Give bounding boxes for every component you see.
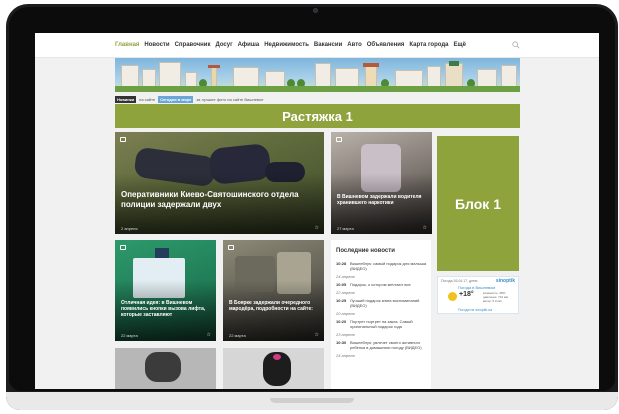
news-card-date: 22 марта [229, 333, 246, 338]
news-date: 24 апреля [336, 274, 355, 279]
star-icon[interactable]: ☆ [207, 332, 211, 338]
news-item[interactable]: 10:28 Вишнеблуs: самый подарок для малыша… [336, 261, 428, 271]
weather-widget[interactable]: Погода 26.04.17, днем sinoptik Погода в … [437, 276, 519, 314]
news-card-title: В Вишневом задержали водителя хранившего… [337, 194, 422, 206]
camera-icon [336, 137, 342, 142]
latest-news-list: 10:28 Вишнеблуs: самый подарок для малыша… [336, 261, 428, 361]
news-card[interactable]: Отличная идея: в Вишневом появились кноп… [115, 240, 216, 341]
screen: Главная Новости Справочник Досуг Афиша Недвиж… [35, 33, 599, 389]
ticker-tag-today[interactable]: Сегодня в мире [158, 95, 194, 103]
nav-item[interactable]: Карта города [409, 42, 448, 48]
ticker-text[interactable]: за лучшее фото на сайте Вишневое [196, 97, 263, 102]
news-item[interactable]: 10:05 Подарок, о котором мечтают все [336, 282, 428, 287]
news-card-title: Отличная идея: в Вишневом появились кноп… [121, 300, 206, 318]
news-text: Вишнеблуs: увлечет своего активного ребе… [350, 340, 422, 350]
nav-item[interactable]: Авто [347, 42, 361, 48]
news-card-date: 22 марта [121, 333, 138, 338]
weather-wind: ветер: 5.0 м/с, [483, 299, 503, 303]
weather-stats: влажность: 38% давление: 744 мм ветер: 5… [483, 291, 508, 303]
news-item[interactable]: 10:25 Лучший подарок книга воспоминаний (… [336, 298, 428, 308]
latest-news-title: Последние новости [336, 248, 395, 254]
news-card-title: Оперативники Киево-Святошинского отдела … [121, 190, 299, 209]
city-panorama-banner [115, 58, 520, 92]
nav-item[interactable]: Ещё [454, 42, 466, 48]
ticker-text[interactable]: на сайте [139, 97, 155, 102]
nav-item[interactable]: Объявления [367, 42, 405, 48]
nav-item[interactable]: Вакансии [314, 42, 342, 48]
nav-item[interactable]: Справочник [175, 42, 211, 48]
nav-items: Главная Новости Справочник Досуг Афиша Недвиж… [115, 42, 466, 48]
news-card[interactable] [115, 348, 216, 389]
weather-city[interactable]: Погода в Вишневом [458, 285, 495, 290]
camera-icon [120, 137, 126, 142]
tablet-notch [270, 398, 354, 403]
news-item[interactable]: 10:20 Портрет портрет на заказ. Самый ори… [336, 319, 428, 329]
star-icon[interactable]: ☆ [423, 225, 427, 231]
ticker-tag-new[interactable]: Новинки [115, 95, 137, 103]
news-time: 10:30 [336, 340, 347, 345]
nav-item[interactable]: Афиша [238, 42, 260, 48]
weather-header: Погода 26.04.17, днем [441, 279, 478, 283]
news-text: Подарок, о котором мечтают все [350, 282, 411, 287]
camera-icon [313, 8, 318, 13]
search-icon[interactable] [512, 41, 520, 49]
news-time: 10:20 [336, 319, 347, 324]
news-card-date: 27 марта [337, 226, 354, 231]
camera-icon [120, 245, 126, 250]
news-card-date: 2 апреля [121, 226, 138, 231]
nav-item[interactable]: Досуг [215, 42, 232, 48]
news-text: Лучший подарок книга воспоминаний (ВИДЕО… [350, 298, 420, 308]
news-text: Вишнеблуs: самый подарок для малыша (ВИД… [350, 261, 427, 271]
weather-temperature: +18° [459, 291, 474, 298]
news-card-side[interactable]: В Вишневом задержали водителя хранившего… [331, 132, 432, 234]
news-time: 10:25 [336, 298, 347, 303]
latest-news-panel: Последние новости 10:28 Вишнеблуs: самый … [331, 240, 431, 389]
news-card[interactable] [223, 348, 324, 389]
star-icon[interactable]: ☆ [315, 332, 319, 338]
ticker-bar: Новинки на сайте Сегодня в мире за лучше… [115, 95, 263, 103]
stretch-ad-1[interactable]: Растяжка 1 [115, 104, 520, 128]
weather-link[interactable]: Погода на sinoptik.ua [458, 308, 492, 312]
weather-logo[interactable]: sinoptik [496, 278, 515, 284]
camera-icon [228, 245, 234, 250]
top-navigation: Главная Новости Справочник Досуг Афиша Недвиж… [35, 33, 599, 58]
news-card-title: В Боярке задержали очередного мародёра, … [229, 300, 313, 312]
news-card-main[interactable]: Оперативники Киево-Святошинского отдела … [115, 132, 324, 234]
nav-item[interactable]: Новости [144, 42, 169, 48]
news-text: Портрет портрет на заказ. Самый оригинал… [350, 319, 413, 329]
ad-block-1[interactable]: Блок 1 [437, 136, 519, 271]
nav-item[interactable]: Главная [115, 42, 139, 48]
block-label: Блок 1 [454, 195, 501, 212]
news-date: 22 апреля [336, 290, 355, 295]
star-icon[interactable]: ☆ [315, 225, 319, 231]
sun-icon [448, 292, 457, 301]
news-date: 24 апреля [336, 353, 355, 358]
news-item[interactable]: 10:30 Вишнеблуs: увлечет своего активного… [336, 340, 428, 350]
news-time: 10:28 [336, 261, 347, 266]
nav-item[interactable]: Недвижимость [264, 42, 309, 48]
news-time: 10:05 [336, 282, 347, 287]
news-card[interactable]: В Боярке задержали очередного мародёра, … [223, 240, 324, 341]
news-date: 23 апреля [336, 332, 355, 337]
stretch-label: Растяжка 1 [282, 108, 353, 124]
news-date: 20 апреля [336, 311, 355, 316]
